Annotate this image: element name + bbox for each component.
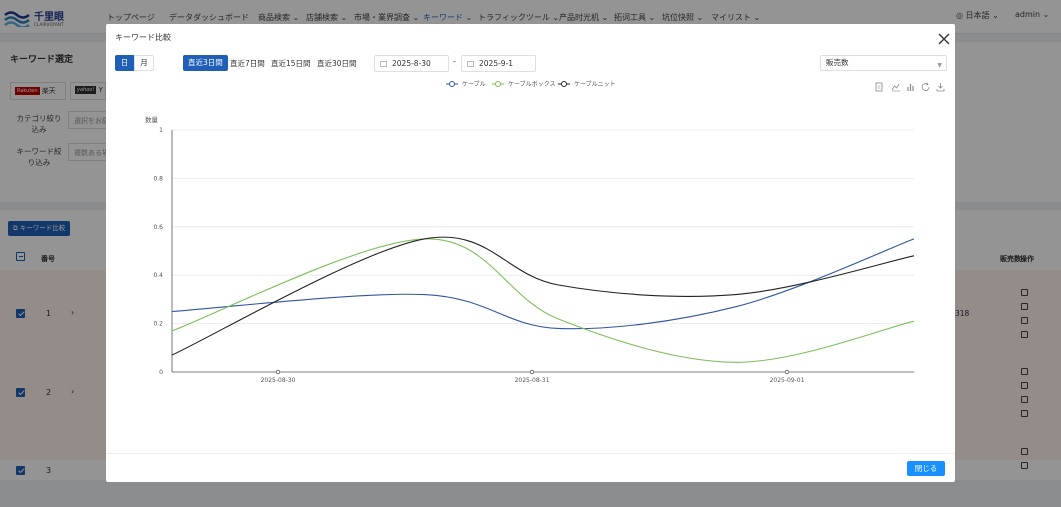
legend-label: ケーブルニット (574, 80, 616, 88)
legend-marker (561, 81, 567, 87)
calendar-icon (380, 61, 387, 67)
x-tick-label: 2025-08-30 (261, 377, 296, 384)
range-last-30-days[interactable]: 直近30日間 (317, 58, 357, 69)
footer-divider (106, 453, 955, 454)
close-icon[interactable] (938, 33, 950, 45)
range-last-3-days[interactable]: 直近3日間 (183, 55, 228, 71)
start-date-value: 2025-8-30 (392, 59, 431, 68)
x-tick-label: 2025-08-31 (515, 377, 550, 384)
close-button[interactable]: 閉じる (907, 461, 945, 476)
keyword-compare-chart: 数量 0 0.2 0.4 0.6 0.8 1 2025-08-30 2025-08-31 2025… (145, 80, 945, 384)
y-tick-label: 0.8 (153, 175, 163, 182)
granularity-day[interactable]: 日 (115, 55, 134, 71)
series-line-2 (171, 236, 915, 356)
y-tick-label: 0.6 (153, 224, 163, 231)
legend-label: ケーブル (462, 80, 486, 88)
legend-marker (495, 81, 501, 87)
legend-label: ケーブルボックス (508, 80, 555, 88)
chevron-down-icon: ▼ (937, 62, 942, 69)
metric-select-value: 販売数 (826, 58, 849, 67)
line-chart-icon[interactable] (891, 83, 900, 92)
date-separator: - (453, 57, 456, 66)
series-line-1 (171, 238, 915, 363)
end-date-value: 2025-9-1 (479, 59, 514, 68)
restore-icon[interactable] (921, 82, 930, 91)
x-tick-label: 2025-09-01 (770, 377, 805, 384)
y-tick-label: 0.4 (153, 272, 163, 279)
y-axis-label: 数量 (145, 115, 159, 124)
range-last-7-days[interactable]: 直近7日間 (230, 58, 265, 69)
keyword-compare-dialog: キーワード比較 日 月 直近3日間 直近7日間 直近15日間 直近30日間 20… (106, 24, 955, 482)
legend-marker (449, 81, 455, 87)
end-date-input[interactable]: 2025-9-1 (461, 55, 536, 72)
granularity-month[interactable]: 月 (134, 55, 154, 71)
x-tick-marker (275, 369, 281, 375)
y-tick-label: 0 (159, 369, 163, 376)
start-date-input[interactable]: 2025-8-30 (374, 55, 449, 72)
x-tick-marker (784, 369, 790, 375)
dialog-title: キーワード比較 (115, 33, 171, 42)
bar-chart-icon[interactable] (907, 84, 914, 91)
metric-select[interactable]: 販売数 ▼ (820, 55, 947, 71)
calendar-icon (467, 61, 474, 67)
download-icon[interactable] (936, 83, 945, 92)
x-tick-marker (529, 369, 535, 375)
y-tick-label: 1 (159, 127, 163, 134)
range-last-15-days[interactable]: 直近15日間 (271, 58, 311, 69)
data-view-icon[interactable] (875, 82, 883, 92)
y-tick-label: 0.2 (153, 321, 163, 328)
